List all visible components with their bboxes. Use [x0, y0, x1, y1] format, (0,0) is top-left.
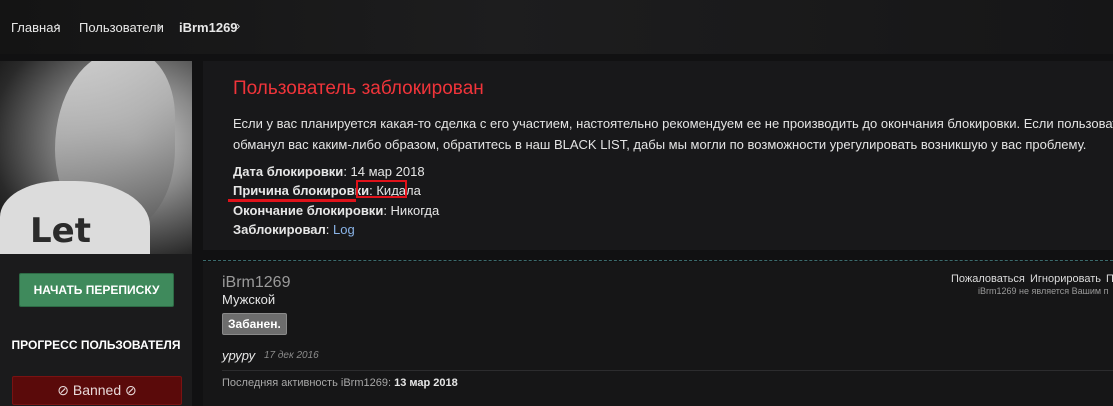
block-end-value: Никогда — [390, 203, 440, 218]
breadcrumb-users[interactable]: Пользователи — [79, 20, 164, 35]
chevron-right-icon: › — [157, 18, 162, 33]
reason-underline-mark — [228, 199, 356, 202]
description-line-1: Если у вас планируется какая-то сделка с… — [233, 116, 1113, 131]
description-line-2: обманул вас каким-либо образом, обратите… — [233, 137, 1087, 152]
block-end-label: Окончание блокировки — [233, 203, 384, 218]
last-activity: Последняя активность iBrm1269: 13 мар 20… — [222, 377, 458, 389]
profile-gender: Мужской — [222, 292, 276, 307]
banned-progress-badge: ⊘ Banned ⊘ — [12, 376, 182, 405]
profile-status-text: уруру — [222, 348, 256, 363]
block-date-value: 14 мар 2018 — [350, 164, 425, 179]
block-date-row: Дата блокировки: 14 мар 2018 — [233, 164, 425, 179]
blocked-by-link[interactable]: Log — [333, 222, 355, 237]
blocked-by-row: Заблокировал: Log — [233, 222, 355, 237]
block-date-label: Дата блокировки — [233, 164, 344, 179]
reason-highlight-box — [356, 180, 407, 198]
last-activity-label: Последняя активность iBrm1269: — [222, 377, 392, 389]
banned-status-badge: Забанен. — [222, 313, 287, 335]
ignore-link[interactable]: Игнорировать — [1030, 273, 1101, 285]
user-progress-title: ПРОГРЕСС ПОЛЬЗОВАТЕЛЯ — [11, 338, 181, 352]
blocked-notice-title: Пользователь заблокирован — [233, 78, 484, 99]
section-divider — [203, 260, 1113, 261]
block-end-row: Окончание блокировки: Никогда — [233, 203, 440, 218]
profile-username: iBrm1269 — [222, 274, 291, 291]
truncated-action-link[interactable]: П — [1106, 273, 1113, 285]
blocked-by-label: Заблокировал — [233, 222, 326, 237]
profile-status-date[interactable]: 17 дек 2016 — [264, 350, 319, 361]
breadcrumb-current-user[interactable]: iBrm1269 — [179, 20, 238, 35]
breadcrumb — [0, 0, 1113, 54]
start-conversation-button[interactable]: НАЧАТЬ ПЕРЕПИСКУ — [19, 273, 174, 307]
block-reason-label: Причина блокировки — [233, 183, 370, 198]
chevron-right-icon: › — [236, 18, 241, 33]
avatar-shirt-text: Let — [30, 211, 91, 251]
blocked-notice-description: Если у вас планируется какая-то сделка с… — [233, 113, 1113, 155]
last-activity-value: 13 мар 2018 — [394, 377, 458, 389]
follow-status-note: iBrm1269 не является Вашим п — [978, 286, 1109, 296]
chevron-right-icon: › — [56, 18, 61, 33]
report-link[interactable]: Пожаловаться — [951, 273, 1025, 285]
profile-divider — [222, 370, 1113, 371]
breadcrumb-home[interactable]: Главная — [11, 20, 60, 35]
avatar[interactable]: Let — [0, 61, 192, 254]
